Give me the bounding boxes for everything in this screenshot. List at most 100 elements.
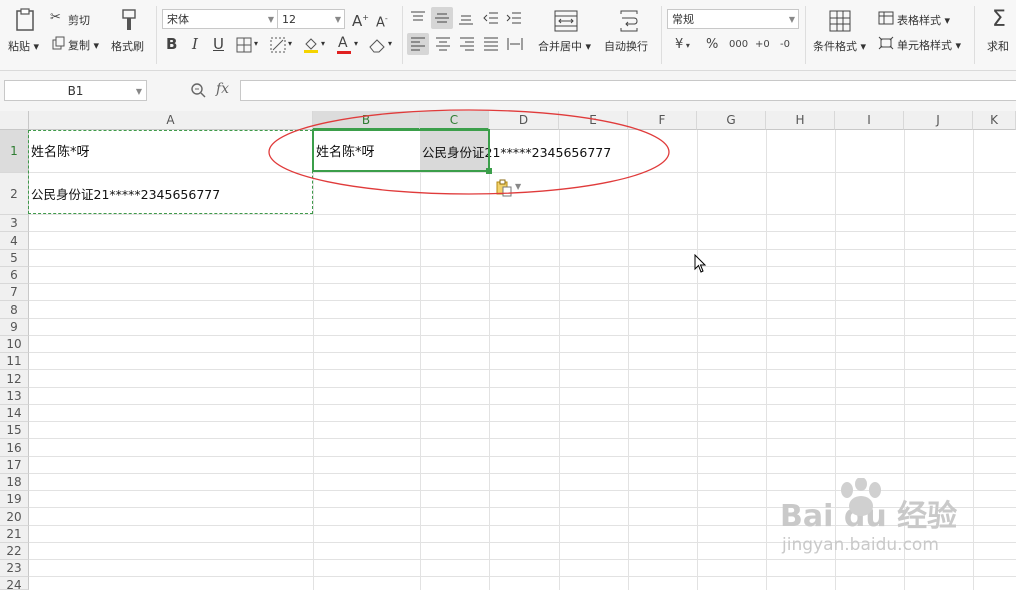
chevron-down-icon: ▼ bbox=[788, 15, 795, 24]
row-header-11[interactable]: 11 bbox=[0, 353, 29, 370]
row-header-7[interactable]: 7 bbox=[0, 284, 29, 301]
column-header-i[interactable]: I bbox=[835, 111, 904, 130]
font-color-dropdown-icon[interactable]: ▾ bbox=[354, 39, 358, 48]
wrap-text-button[interactable]: 自动换行 bbox=[602, 6, 656, 62]
distributed-align-icon[interactable] bbox=[507, 37, 523, 51]
chevron-down-icon: ▼ bbox=[135, 87, 142, 96]
align-middle-button[interactable] bbox=[431, 7, 453, 29]
column-header-f[interactable]: F bbox=[628, 111, 697, 130]
column-header-g[interactable]: G bbox=[697, 111, 766, 130]
fill-pattern-icon[interactable] bbox=[270, 37, 286, 53]
row-header-8[interactable]: 8 bbox=[0, 301, 29, 319]
corner-select-all[interactable] bbox=[0, 111, 29, 130]
row-header-6[interactable]: 6 bbox=[0, 267, 29, 284]
currency-button[interactable]: ¥ ▾ bbox=[675, 37, 690, 54]
merge-cells-icon bbox=[554, 10, 578, 32]
fx-icon[interactable]: fx bbox=[216, 81, 229, 97]
align-left-button[interactable] bbox=[407, 33, 429, 55]
fill-color-dropdown-icon[interactable]: ▾ bbox=[321, 39, 325, 48]
row-header-22[interactable]: 22 bbox=[0, 543, 29, 560]
font-name-select[interactable]: 宋体 ▼ bbox=[162, 9, 278, 29]
increase-decimal-button[interactable]: +0 bbox=[755, 37, 770, 53]
merge-center-button[interactable]: 合并居中 ▾ bbox=[536, 6, 596, 62]
font-name-value: 宋体 bbox=[167, 13, 189, 26]
row-header-12[interactable]: 12 bbox=[0, 370, 29, 388]
number-format-select[interactable]: 常规 ▼ bbox=[667, 9, 799, 29]
format-painter-button[interactable]: 格式刷 bbox=[108, 6, 150, 62]
increase-indent-icon[interactable] bbox=[506, 11, 522, 25]
paste-options-button[interactable]: ▼ bbox=[495, 179, 525, 197]
conditional-format-button[interactable]: 条件格式 ▾ bbox=[811, 6, 871, 62]
cell-style-button[interactable]: 单元格样式 ▾ bbox=[878, 35, 968, 53]
align-right-icon[interactable] bbox=[459, 37, 475, 51]
formula-input[interactable] bbox=[240, 80, 1016, 101]
row-header-23[interactable]: 23 bbox=[0, 560, 29, 577]
align-center-icon[interactable] bbox=[435, 37, 451, 51]
italic-button[interactable]: I bbox=[192, 36, 198, 52]
row-header-20[interactable]: 20 bbox=[0, 508, 29, 526]
shrink-font-button[interactable]: A- bbox=[376, 11, 388, 31]
zoom-search-icon[interactable] bbox=[190, 82, 206, 98]
column-header-e[interactable]: E bbox=[559, 111, 628, 130]
conditional-format-label: 条件格式 bbox=[813, 40, 857, 53]
paste-button[interactable]: 粘贴 ▾ bbox=[4, 6, 44, 62]
row-header-9[interactable]: 9 bbox=[0, 319, 29, 336]
row-header-21[interactable]: 21 bbox=[0, 526, 29, 543]
column-header-b[interactable]: B bbox=[313, 111, 420, 130]
align-left-icon bbox=[411, 37, 425, 51]
row-header-5[interactable]: 5 bbox=[0, 250, 29, 267]
cut-button[interactable]: ✂ 剪切 bbox=[50, 10, 100, 28]
percent-button[interactable]: % bbox=[706, 37, 718, 53]
name-box[interactable]: B1 ▼ bbox=[4, 80, 147, 101]
borders-dropdown-icon[interactable]: ▾ bbox=[254, 39, 258, 48]
fill-handle[interactable] bbox=[486, 168, 492, 174]
borders-icon[interactable] bbox=[236, 37, 252, 53]
copy-marquee bbox=[28, 130, 313, 214]
decrease-indent-icon[interactable] bbox=[483, 11, 499, 25]
align-top-icon[interactable] bbox=[410, 11, 426, 25]
align-bottom-icon[interactable] bbox=[458, 11, 474, 25]
decrease-decimal-button[interactable]: -0 bbox=[780, 37, 790, 53]
font-color-button[interactable]: A bbox=[336, 35, 352, 55]
row-header-3[interactable]: 3 bbox=[0, 215, 29, 232]
cell-style-label: 单元格样式 bbox=[897, 39, 952, 52]
column-header-j[interactable]: J bbox=[904, 111, 973, 130]
row-header-18[interactable]: 18 bbox=[0, 474, 29, 491]
table-style-icon bbox=[878, 11, 894, 25]
table-style-label: 表格样式 bbox=[897, 14, 941, 27]
bold-button[interactable]: B bbox=[166, 36, 177, 52]
fill-pattern-dropdown-icon[interactable]: ▾ bbox=[288, 39, 292, 48]
eraser-dropdown-icon[interactable]: ▾ bbox=[388, 39, 392, 48]
row-header-13[interactable]: 13 bbox=[0, 388, 29, 405]
column-header-k[interactable]: K bbox=[973, 111, 1016, 130]
row-header-1[interactable]: 1 bbox=[0, 130, 29, 173]
copy-button[interactable]: 复制 ▾ bbox=[50, 35, 106, 53]
row-header-15[interactable]: 15 bbox=[0, 422, 29, 439]
formula-bar: B1 ▼ fx bbox=[0, 71, 1016, 111]
justify-icon[interactable] bbox=[483, 37, 499, 51]
row-header-17[interactable]: 17 bbox=[0, 457, 29, 474]
format-painter-label: 格式刷 bbox=[111, 40, 144, 53]
sum-button[interactable]: Σ 求和 bbox=[982, 6, 1016, 62]
merge-center-label: 合并居中 bbox=[538, 40, 582, 53]
brush-icon bbox=[122, 9, 136, 30]
row-header-10[interactable]: 10 bbox=[0, 336, 29, 353]
thousands-separator-button[interactable]: 000 bbox=[729, 37, 748, 53]
grow-font-button[interactable]: A+ bbox=[352, 10, 369, 29]
row-header-2[interactable]: 2 bbox=[0, 173, 29, 215]
underline-button[interactable]: U bbox=[213, 36, 224, 52]
paste-label: 粘贴 bbox=[8, 40, 30, 53]
font-size-select[interactable]: 12 ▼ bbox=[277, 9, 345, 29]
row-header-14[interactable]: 14 bbox=[0, 405, 29, 422]
column-header-c[interactable]: C bbox=[420, 111, 489, 130]
table-style-button[interactable]: 表格样式 ▾ bbox=[878, 10, 960, 28]
fill-color-icon[interactable] bbox=[302, 36, 320, 54]
row-header-19[interactable]: 19 bbox=[0, 491, 29, 508]
column-header-d[interactable]: D bbox=[489, 111, 559, 130]
row-header-16[interactable]: 16 bbox=[0, 439, 29, 457]
column-header-h[interactable]: H bbox=[766, 111, 835, 130]
row-header-4[interactable]: 4 bbox=[0, 232, 29, 250]
column-header-a[interactable]: A bbox=[29, 111, 313, 130]
eraser-icon[interactable] bbox=[368, 37, 386, 53]
row-header-24[interactable]: 24 bbox=[0, 577, 29, 592]
